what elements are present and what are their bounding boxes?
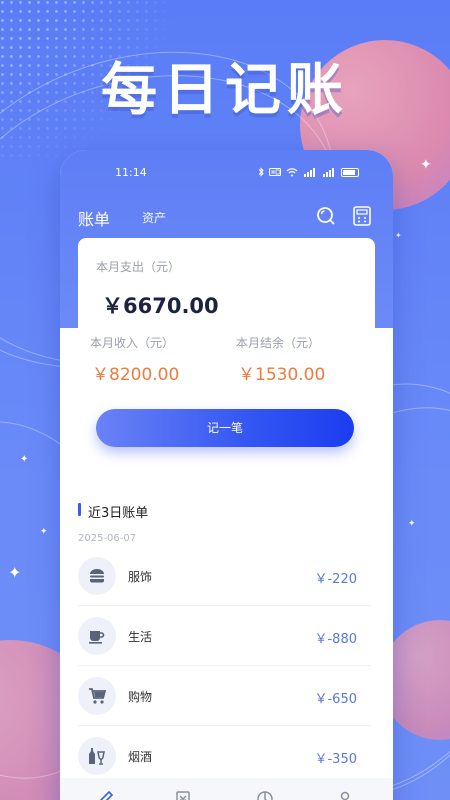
section-title: 近3日账单 xyxy=(78,502,148,521)
sparkle-icon: ✦ xyxy=(395,231,402,240)
battery-icon xyxy=(341,167,359,177)
record-button[interactable]: 记一笔 xyxy=(96,409,354,447)
calculator-icon[interactable] xyxy=(352,206,372,226)
sparkle-icon: ✦ xyxy=(408,519,416,529)
pen-icon[interactable] xyxy=(96,790,114,800)
item-name: 购物 xyxy=(128,690,153,704)
search-icon[interactable] xyxy=(316,206,336,226)
burger-icon xyxy=(78,557,116,595)
item-amount: ￥-350 xyxy=(314,752,357,767)
list-item[interactable]: 生活 ￥-880 xyxy=(78,606,371,666)
sparkle-icon: ✦ xyxy=(40,527,48,537)
list-item[interactable]: 烟酒 ￥-350 xyxy=(78,726,371,786)
bluetooth-icon xyxy=(258,167,264,177)
top-nav: 账单 资产 xyxy=(78,206,375,230)
item-name: 服饰 xyxy=(128,570,153,584)
cart-icon xyxy=(78,677,116,715)
signal-icon xyxy=(304,167,315,177)
item-amount: ￥-220 xyxy=(314,572,357,587)
balance-label: 本月结余（元） xyxy=(236,336,321,350)
ledger-icon[interactable] xyxy=(174,790,192,800)
tab-bills[interactable]: 账单 xyxy=(78,206,110,230)
expense-value: ￥6670.00 xyxy=(102,294,219,318)
status-icons xyxy=(258,167,359,177)
item-amount: ￥-880 xyxy=(314,632,357,647)
tab-assets[interactable]: 资产 xyxy=(142,209,166,226)
income-label: 本月收入（元） xyxy=(90,336,175,350)
expense-label: 本月支出（元） xyxy=(96,260,181,274)
sparkle-icon: ✦ xyxy=(420,157,432,173)
status-bar: 11:14 xyxy=(60,166,393,180)
expense-card: 本月支出（元） ￥6670.00 xyxy=(78,238,375,338)
list-item[interactable]: 购物 ￥-650 xyxy=(78,666,371,726)
bottom-tabbar xyxy=(60,778,393,800)
headline: 每日记账 xyxy=(101,58,349,123)
signal-icon xyxy=(323,167,334,177)
item-name: 烟酒 xyxy=(128,750,153,764)
user-icon[interactable] xyxy=(336,790,354,800)
cup-icon xyxy=(78,617,116,655)
wifi-icon xyxy=(286,167,298,176)
item-amount: ￥-650 xyxy=(314,692,357,707)
balance-value: ￥1530.00 xyxy=(238,365,326,385)
chart-icon[interactable] xyxy=(256,790,274,800)
item-name: 生活 xyxy=(128,630,153,644)
sparkle-icon: ✦ xyxy=(8,563,22,582)
hd-icon xyxy=(269,168,281,176)
sparkle-icon: ✦ xyxy=(20,454,29,465)
list-item[interactable]: 服饰 ￥-220 xyxy=(78,546,371,606)
status-time: 11:14 xyxy=(115,166,147,179)
income-value: ￥8200.00 xyxy=(92,365,180,385)
phone-frame: 11:14 账单 资产 本月支出（元） ￥6670.00 本月收入（元） ￥82… xyxy=(60,150,393,800)
bottle-icon xyxy=(78,737,116,775)
bill-date: 2025-06-07 xyxy=(78,533,137,544)
